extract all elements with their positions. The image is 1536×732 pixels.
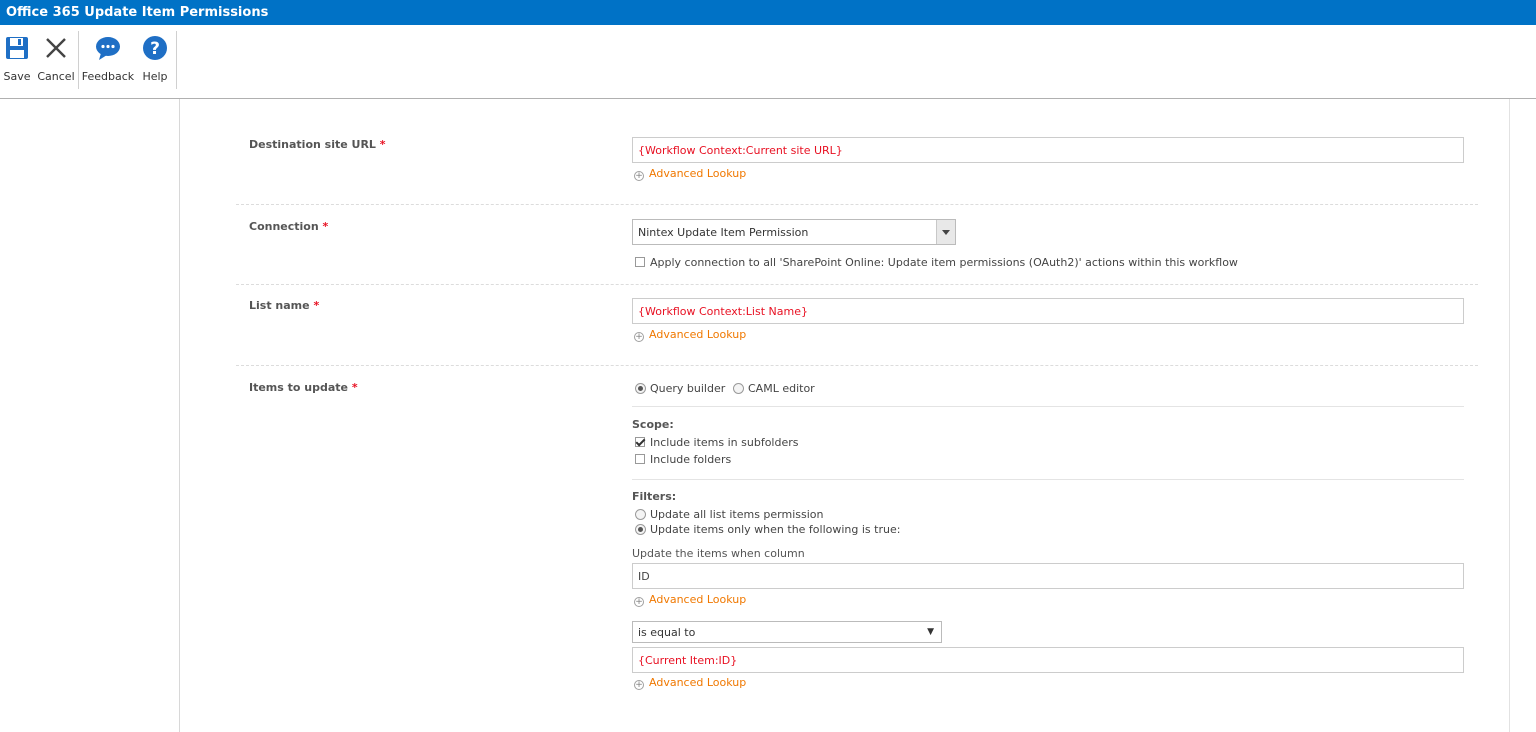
radio-icon [635,509,646,520]
save-icon [6,37,28,59]
destination-advanced-lookup[interactable]: + Advanced Lookup [634,167,746,181]
operator-select[interactable]: is equal to ▼ [632,621,942,643]
list-name-label: List name * [249,299,320,312]
checkbox-checked-icon [635,437,645,447]
ribbon-separator [176,31,177,89]
section-divider [236,204,1478,205]
scope-heading: Scope: [632,418,674,431]
compare-value-field[interactable]: {Current Item:ID} [632,647,1464,673]
save-label: Save [3,70,31,83]
filters-heading: Filters: [632,490,677,503]
plus-circle-icon: + [634,680,644,690]
cancel-button[interactable]: Cancel [37,25,75,99]
cancel-label: Cancel [37,70,75,83]
column-advanced-lookup[interactable]: + Advanced Lookup [634,593,746,607]
chevron-down-icon[interactable] [936,220,955,244]
list-name-field[interactable]: {Workflow Context:List Name} [632,298,1464,324]
radio-selected-icon [635,383,646,394]
items-to-update-label: Items to update * [249,381,358,394]
help-label: Help [142,70,168,83]
window-title: Office 365 Update Item Permissions [0,0,1536,25]
connection-label: Connection * [249,220,329,233]
connection-select-value: Nintex Update Item Permission [638,226,809,239]
radio-icon [733,383,744,394]
close-icon [46,38,66,58]
required-mark: * [351,381,358,394]
save-button[interactable]: Save [2,25,32,99]
column-prompt: Update the items when column [632,547,805,560]
checkbox-icon [635,454,645,464]
feedback-label: Feedback [81,70,135,83]
feedback-icon [96,37,120,60]
destination-url-label: Destination site URL * [249,138,386,151]
include-subfolders-checkbox[interactable]: Include items in subfolders [635,436,799,449]
plus-circle-icon: + [634,171,644,181]
connection-select[interactable]: Nintex Update Item Permission [632,219,956,245]
column-field[interactable]: ID [632,563,1464,589]
required-mark: * [379,138,386,151]
feedback-button[interactable]: Feedback [81,25,135,99]
destination-url-field[interactable]: {Workflow Context:Current site URL} [632,137,1464,163]
query-builder-radio[interactable]: Query builder [635,382,725,395]
list-name-advanced-lookup[interactable]: + Advanced Lookup [634,328,746,342]
help-icon: ? [143,36,167,60]
update-when-true-radio[interactable]: Update items only when the following is … [635,523,900,536]
subsection-divider [632,479,1464,480]
operator-select-value: is equal to [638,626,696,639]
apply-connection-checkbox[interactable]: Apply connection to all 'SharePoint Onli… [635,256,1238,269]
right-edge [1509,99,1510,732]
required-mark: * [313,299,320,312]
section-divider [236,284,1478,285]
ribbon-toolbar: Save Cancel Feedback ? Help [0,25,1536,99]
checkbox-icon [635,257,645,267]
update-all-radio[interactable]: Update all list items permission [635,508,824,521]
svg-text:?: ? [150,39,160,59]
plus-circle-icon: + [634,332,644,342]
left-panel [0,99,180,732]
plus-circle-icon: + [634,597,644,607]
subsection-divider [632,406,1464,407]
section-divider [236,365,1478,366]
radio-selected-icon [635,524,646,535]
caret-down-icon: ▼ [927,627,934,637]
compare-advanced-lookup[interactable]: + Advanced Lookup [634,676,746,690]
required-mark: * [322,220,329,233]
ribbon-separator [78,31,79,89]
include-folders-checkbox[interactable]: Include folders [635,453,731,466]
help-button[interactable]: ? Help [140,25,170,99]
caml-editor-radio[interactable]: CAML editor [733,382,815,395]
